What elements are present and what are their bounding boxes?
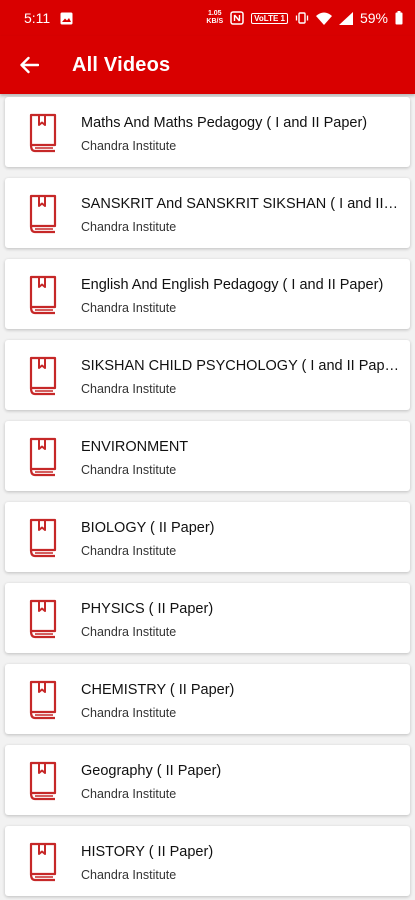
course-item[interactable]: SIKSHAN CHILD PSYCHOLOGY ( I and II Pape… (5, 340, 410, 410)
course-subtitle: Chandra Institute (81, 139, 177, 153)
course-title: CHEMISTRY ( II Paper) (81, 682, 235, 698)
status-time: 5:11 (24, 10, 51, 26)
book-icon (29, 437, 57, 477)
back-button[interactable] (14, 50, 44, 80)
status-bar: 5:11 1.05 KB/S VoLTE 1 59% (0, 0, 415, 36)
book-icon (29, 842, 57, 882)
course-item[interactable]: BIOLOGY ( II Paper) Chandra Institute (5, 502, 410, 572)
course-title: HISTORY ( II Paper) (81, 844, 214, 860)
course-title: Maths And Maths Pedagogy ( I and II Pape… (81, 115, 368, 131)
course-subtitle: Chandra Institute (81, 787, 177, 801)
course-subtitle: Chandra Institute (81, 220, 177, 234)
course-subtitle: Chandra Institute (81, 301, 177, 315)
course-title: SANSKRIT And SANSKRIT SIKSHAN ( I and II… (81, 196, 401, 212)
course-item[interactable]: ENVIRONMENT Chandra Institute (5, 421, 410, 491)
course-item[interactable]: SANSKRIT And SANSKRIT SIKSHAN ( I and II… (5, 178, 410, 248)
wifi-icon (315, 12, 332, 25)
course-item[interactable]: CHEMISTRY ( II Paper) Chandra Institute (5, 664, 410, 734)
course-subtitle: Chandra Institute (81, 868, 177, 882)
course-title: PHYSICS ( II Paper) (81, 601, 214, 617)
book-icon (29, 680, 57, 720)
course-item[interactable]: HISTORY ( II Paper) Chandra Institute (5, 826, 410, 896)
course-item[interactable]: Geography ( II Paper) Chandra Institute (5, 745, 410, 815)
cellular-signal-icon (338, 11, 353, 25)
course-title: English And English Pedagogy ( I and II … (81, 277, 384, 293)
volte-indicator: VoLTE 1 (251, 12, 288, 24)
nfc-icon (230, 11, 244, 25)
course-subtitle: Chandra Institute (81, 382, 177, 396)
book-icon (29, 113, 57, 153)
book-icon (29, 194, 57, 234)
gallery-notification-icon (60, 12, 73, 24)
course-subtitle: Chandra Institute (81, 706, 177, 720)
book-icon (29, 761, 57, 801)
network-speed: 1.05 KB/S (206, 10, 224, 25)
book-icon (29, 599, 57, 639)
course-title: SIKSHAN CHILD PSYCHOLOGY ( I and II Pape… (81, 358, 401, 374)
book-icon (29, 275, 57, 315)
course-title: BIOLOGY ( II Paper) (81, 520, 215, 536)
book-icon (29, 518, 57, 558)
page-title: All Videos (72, 53, 171, 76)
course-title: ENVIRONMENT (81, 439, 189, 455)
book-icon (29, 356, 57, 396)
app-bar: All Videos (0, 36, 415, 94)
vibrate-icon (295, 12, 309, 24)
course-item[interactable]: PHYSICS ( II Paper) Chandra Institute (5, 583, 410, 653)
course-subtitle: Chandra Institute (81, 625, 177, 639)
arrow-left-icon (20, 56, 39, 74)
battery-icon (395, 11, 403, 25)
battery-percentage: 59% (359, 10, 388, 26)
course-title: Geography ( II Paper) (81, 763, 222, 779)
course-item[interactable]: Maths And Maths Pedagogy ( I and II Pape… (5, 97, 410, 167)
course-subtitle: Chandra Institute (81, 463, 177, 477)
course-subtitle: Chandra Institute (81, 544, 177, 558)
course-item[interactable]: English And English Pedagogy ( I and II … (5, 259, 410, 329)
